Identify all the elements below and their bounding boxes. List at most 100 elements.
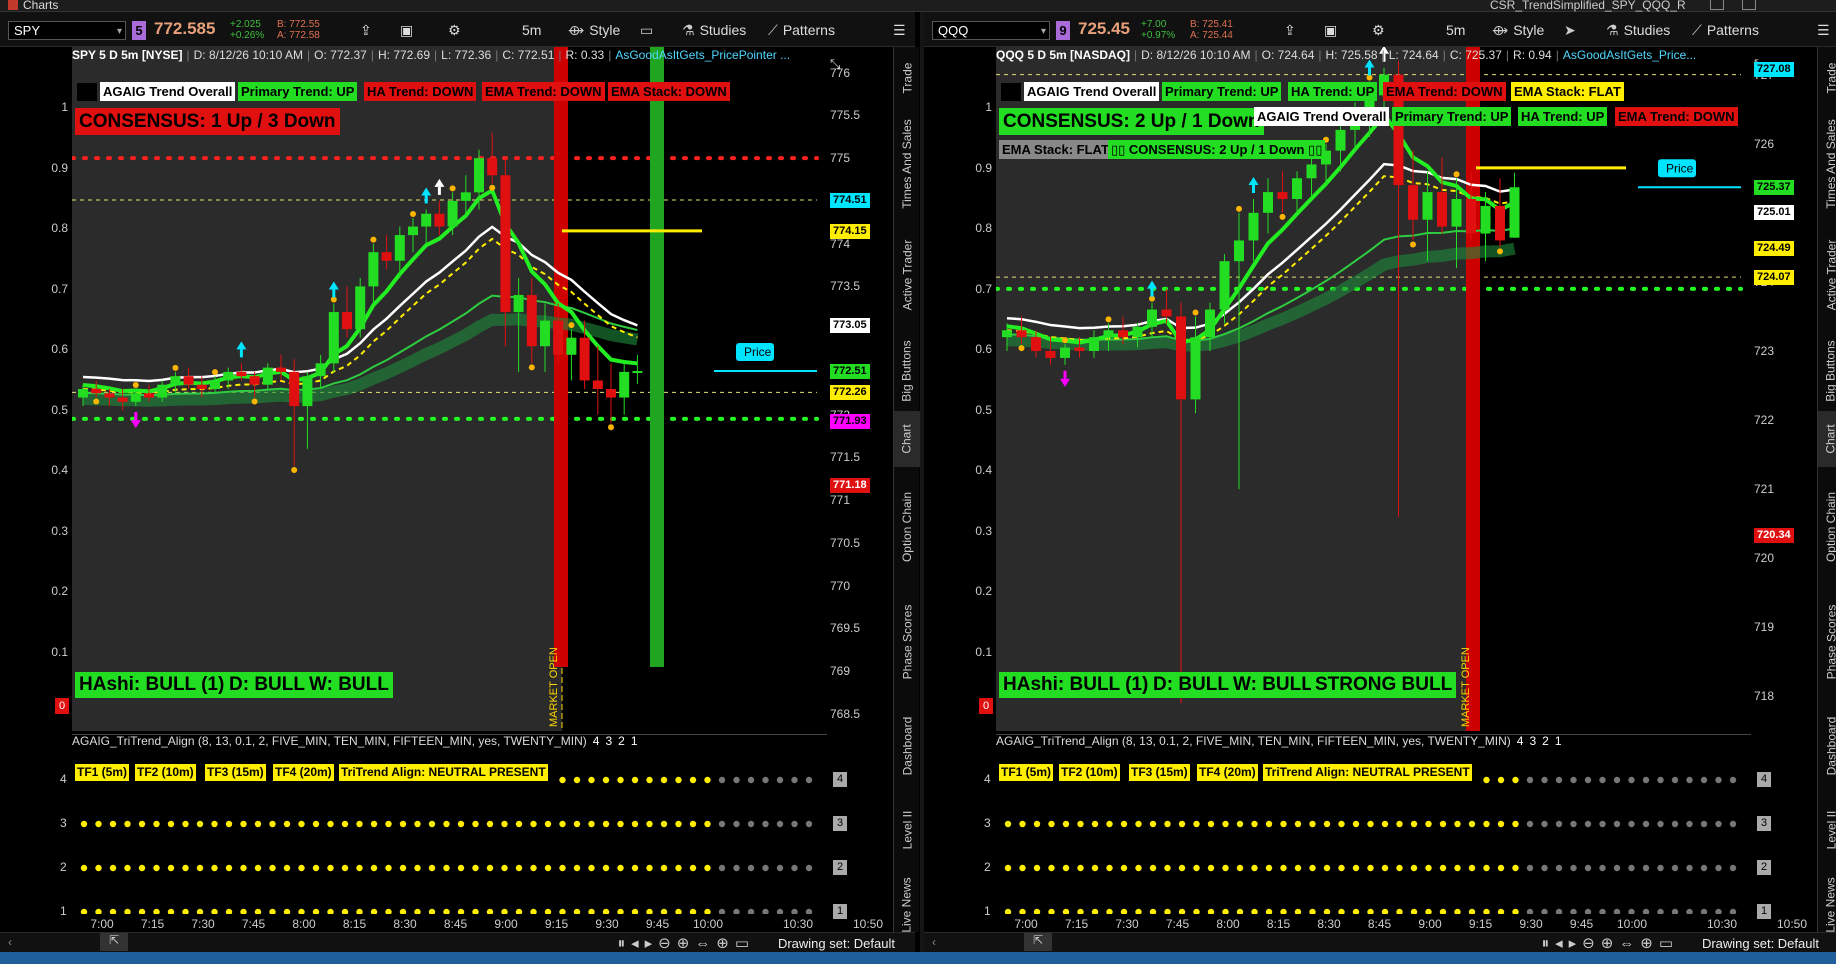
align-dot: [1657, 908, 1664, 914]
price-axis-tick: 770.5: [830, 535, 861, 550]
align-dot: [211, 820, 218, 828]
side-tab-level-ii[interactable]: Level II: [894, 795, 920, 865]
side-tab-phase-scores[interactable]: Phase Scores: [1818, 587, 1836, 697]
side-tab-trade[interactable]: Trade: [894, 47, 920, 109]
lower-axis-tick: 3: [60, 816, 67, 830]
trend-label: EMA Stack: DOWN: [608, 82, 730, 101]
drawing-set-selector[interactable]: Drawing set: Default: [778, 936, 895, 951]
signal-dot: [1018, 345, 1025, 352]
patterns-button[interactable]: ⟋ Patterns: [768, 21, 835, 40]
side-tab-label: Trade: [900, 62, 914, 94]
studies-button[interactable]: ⚗ Studies: [682, 21, 746, 40]
symbol-input[interactable]: SPY ▾: [8, 21, 126, 40]
align-dot: [1019, 820, 1026, 828]
candle: [540, 320, 550, 347]
drawing-tools-button[interactable]: ➤: [1564, 21, 1581, 40]
status-square: [1001, 83, 1021, 101]
align-dot: [1352, 908, 1360, 914]
time-axis-tick: 9:45: [1569, 917, 1594, 931]
side-tab-label: Option Chain: [1824, 491, 1836, 563]
price-bubble: 773.05: [830, 317, 870, 333]
share-icon[interactable]: ⇪: [360, 21, 372, 40]
gear-icon[interactable]: ⚙: [1372, 21, 1385, 40]
side-tab-phase-scores[interactable]: Phase Scores: [894, 587, 920, 697]
expand-icon[interactable]: ⇱: [100, 933, 128, 951]
align-dot: [1294, 864, 1302, 872]
price-chart[interactable]: Price: [72, 47, 827, 731]
time-axis-tick: 7:15: [140, 917, 165, 931]
restore-icon[interactable]: [1710, 0, 1724, 10]
zoom-controls[interactable]: ⏸◂▸⊖⊕⇔⊕▭: [1542, 934, 1679, 952]
side-tab-label: Chart: [1824, 424, 1836, 454]
side-tab-chart[interactable]: Chart: [894, 411, 920, 467]
align-dot: [1178, 908, 1186, 914]
symbol-input[interactable]: QQQ ▾: [932, 21, 1050, 40]
side-tab-big-buttons[interactable]: Big Buttons: [894, 331, 920, 411]
link-group-badge[interactable]: 9: [1056, 21, 1070, 40]
studies-button[interactable]: ⚗ Studies: [1606, 21, 1670, 40]
study-name[interactable]: AsGoodAsItGets_Price...: [1563, 48, 1696, 62]
left-axis-tick: 0.6: [975, 342, 992, 356]
snapshot-icon[interactable]: ▣: [1324, 21, 1337, 40]
gear-icon[interactable]: ⚙: [448, 21, 461, 40]
side-tab-trade[interactable]: Trade: [1818, 47, 1836, 109]
side-tab-dashboard[interactable]: Dashboard: [1818, 697, 1836, 795]
link-group-badge[interactable]: 5: [132, 21, 146, 40]
left-axis-tick: 0.3: [51, 523, 68, 538]
side-tab-big-buttons[interactable]: Big Buttons: [1818, 331, 1836, 411]
drawing-tools-button[interactable]: ▭: [640, 21, 658, 40]
align-dot: [660, 864, 668, 872]
style-button[interactable]: ⟴ Style: [1492, 21, 1544, 40]
share-icon[interactable]: ⇪: [1284, 21, 1296, 40]
chevron-down-icon[interactable]: ▾: [117, 24, 122, 40]
patterns-button[interactable]: ⟋ Patterns: [1692, 21, 1759, 40]
align-dot: [1729, 864, 1737, 872]
side-tab-level-ii[interactable]: Level II: [1818, 795, 1836, 865]
side-tab-times-and-sales[interactable]: Times And Sales: [1818, 109, 1836, 219]
arrow-up-icon: [1147, 280, 1157, 289]
side-tab-active-trader[interactable]: Active Trader: [894, 219, 920, 331]
time-axis-tick: 9:30: [595, 917, 619, 931]
align-dot: [399, 908, 407, 914]
separator: |: [1505, 48, 1510, 62]
align-dot: [718, 864, 726, 872]
candle: [1176, 316, 1186, 400]
scroll-left-icon[interactable]: ‹: [932, 935, 936, 949]
info-open: O: 772.37: [314, 48, 367, 62]
align-dot: [1700, 864, 1708, 872]
side-tab-chart[interactable]: Chart: [1818, 411, 1836, 467]
align-dot: [762, 864, 769, 872]
align-dot: [704, 776, 711, 784]
snapshot-icon[interactable]: ▣: [400, 21, 413, 40]
menu-icon[interactable]: ☰: [893, 21, 906, 40]
drawing-set-selector[interactable]: Drawing set: Default: [1702, 936, 1819, 951]
candle: [183, 376, 194, 385]
align-dot: [414, 908, 421, 914]
menu-icon[interactable]: ☰: [1817, 21, 1830, 40]
expand-icon[interactable]: ⇱: [1024, 933, 1052, 951]
chevron-down-icon[interactable]: ▾: [1041, 24, 1046, 40]
align-dot: [254, 820, 262, 828]
left-axis-tick: 0.9: [975, 160, 992, 175]
align-dot: [1323, 908, 1331, 914]
side-tab-option-chain[interactable]: Option Chain: [1818, 467, 1836, 587]
price-axis-tick: 771.5: [830, 450, 861, 465]
align-dot: [1280, 864, 1287, 872]
interval-button[interactable]: 5m: [522, 21, 541, 40]
study-name[interactable]: AsGoodAsItGets_PricePointer ...: [615, 48, 790, 62]
side-tab-times-and-sales[interactable]: Times And Sales: [894, 109, 920, 219]
side-tab-active-trader[interactable]: Active Trader: [1818, 219, 1836, 331]
align-dot: [1410, 908, 1418, 914]
interval-button[interactable]: 5m: [1446, 21, 1465, 40]
align-dot: [1526, 820, 1534, 828]
scroll-left-icon[interactable]: ‹: [8, 935, 12, 949]
side-tab-dashboard[interactable]: Dashboard: [894, 697, 920, 795]
signal-dot: [1192, 309, 1199, 316]
side-tab-option-chain[interactable]: Option Chain: [894, 467, 920, 587]
zoom-controls[interactable]: ⏸◂▸⊖⊕⇔⊕▭: [618, 934, 755, 952]
style-button[interactable]: ⟴ Style: [568, 21, 620, 40]
maximize-icon[interactable]: [1742, 0, 1756, 10]
studies-label: Studies: [699, 22, 747, 38]
price-axis-tick: 718: [1754, 689, 1775, 704]
align-dot: [1454, 820, 1461, 828]
